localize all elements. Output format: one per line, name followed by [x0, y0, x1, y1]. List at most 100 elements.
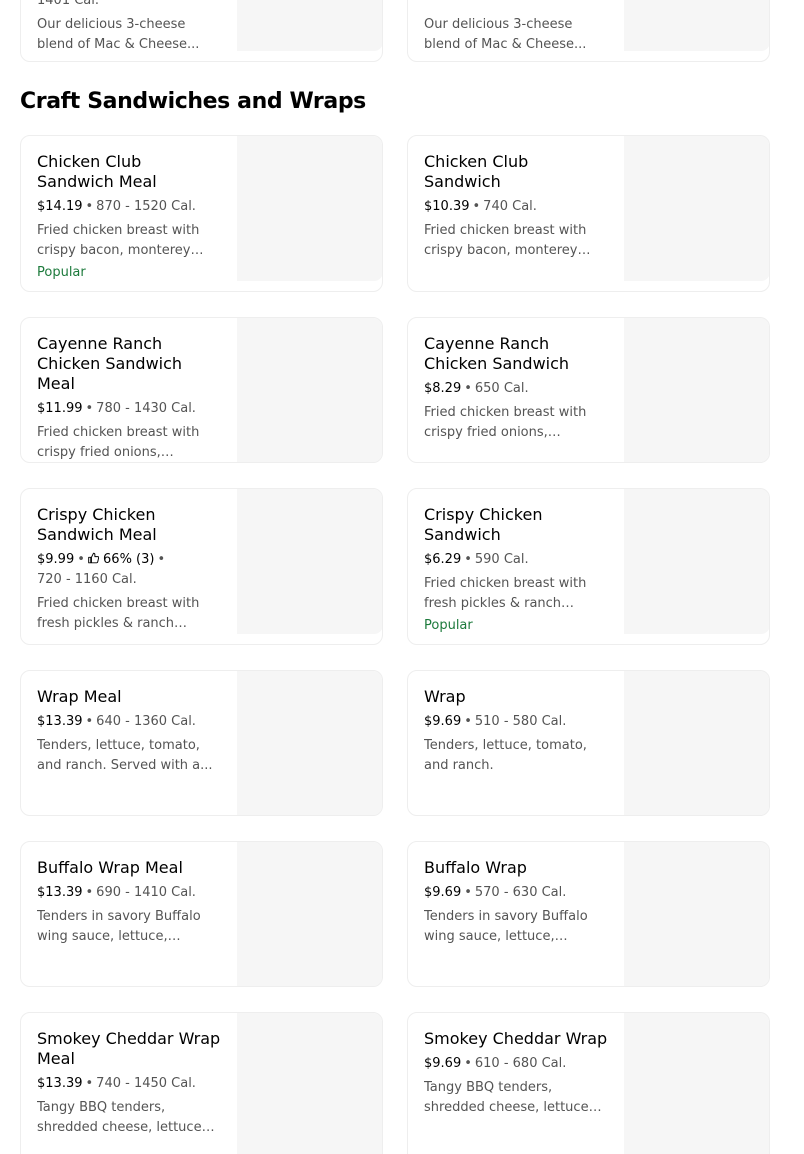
- item-meta: $11.99 • 780 - 1430 Cal.: [37, 399, 221, 419]
- item-image: [237, 842, 382, 986]
- item-name: Wrap: [424, 687, 466, 706]
- menu-item-card-smokey-cheddar-wrap-meal[interactable]: Smokey Cheddar Wrap Meal $13.39 • 740 - 145…: [20, 1012, 383, 1154]
- item-calories: 690 - 1410 Cal.: [96, 885, 196, 900]
- separator-dot: •: [85, 1076, 94, 1091]
- separator-dot: •: [464, 714, 472, 729]
- separator-dot: •: [85, 199, 94, 214]
- menu-item-card-wrap-meal[interactable]: Wrap Meal $13.39 • 640 - 1360 Cal. Tenders, …: [20, 670, 383, 816]
- item-description: Tangy BBQ tenders, shredded cheese, lett…: [424, 1080, 589, 1115]
- item-price: $13.39: [37, 885, 83, 900]
- item-price: $10.39: [424, 199, 470, 214]
- item-calories: 510 - 580 Cal.: [474, 714, 567, 729]
- separator-dot: •: [85, 714, 94, 729]
- item-price: $13.39: [37, 714, 83, 729]
- separator-dot: •: [464, 381, 472, 396]
- item-description: Fried chicken breast with fresh pickles …: [424, 576, 587, 611]
- item-calories: 610 - 680 Cal.: [474, 1056, 567, 1071]
- item-image: [237, 136, 382, 281]
- item-price: $14.19: [37, 199, 83, 214]
- item-image: [237, 671, 382, 815]
- item-name: Smokey Cheddar Wrap: [424, 1029, 608, 1048]
- item-description: Fried chicken breast with fresh pickles …: [37, 596, 200, 631]
- rating: 66% (3): [88, 552, 155, 567]
- item-description: Our delicious 3-cheese blend of Mac & Ch…: [37, 17, 200, 52]
- item-description: Tenders in savory Buffalo wing sauce, le…: [424, 909, 588, 944]
- item-details: Crispy Chicken Sandwich Meal $9.99 • 66% (…: [37, 505, 221, 634]
- menu-item-card-smokey-cheddar-wrap[interactable]: Smokey Cheddar Wrap $9.69 • 610 - 680 Cal. T…: [407, 1012, 770, 1154]
- item-description: Fried chicken breast with crispy fried o…: [424, 405, 587, 440]
- item-details: Wrap $9.69 • 510 - 580 Cal. Tenders, lettuce…: [424, 687, 608, 776]
- item-meta: $9.99 • 66% (3) • 720 - 1160 Cal.: [37, 550, 221, 590]
- item-meta: $9.69 • 610 - 680 Cal.: [424, 1054, 608, 1074]
- menu-item-card-mac-cheese-meal[interactable]: 1401 Cal. Our delicious 3-cheese blend o…: [20, 0, 383, 62]
- item-name: Crispy Chicken Sandwich: [424, 505, 543, 544]
- item-name: Cayenne Ranch Chicken Sandwich: [424, 334, 570, 373]
- item-calories: 570 - 630 Cal.: [474, 885, 567, 900]
- menu-item-card-cayenne-ranch-chicken-sandwich-meal[interactable]: Cayenne Ranch Chicken Sandwich Meal $11.9…: [20, 317, 383, 463]
- item-details: Buffalo Wrap Meal $13.39 • 690 - 1410 Cal. T…: [37, 858, 221, 947]
- separator-dot: •: [472, 199, 481, 214]
- item-details: Chicken Club Sandwich Meal $14.19 • 870 - 1…: [37, 152, 221, 283]
- separator-dot: •: [464, 552, 472, 567]
- item-details: Cayenne Ranch Chicken Sandwich Meal $11.9…: [37, 334, 221, 462]
- item-image: [624, 671, 769, 815]
- separator-dot: •: [85, 401, 94, 416]
- item-price: $11.99: [37, 401, 83, 416]
- item-name: Buffalo Wrap: [424, 858, 527, 877]
- item-details: Smokey Cheddar Wrap Meal $13.39 • 740 - 145…: [37, 1029, 221, 1138]
- rating-value: 66% (3): [103, 552, 155, 567]
- item-meta: $13.39 • 690 - 1410 Cal.: [37, 883, 221, 903]
- popular-badge: Popular: [37, 265, 86, 280]
- item-image: [237, 318, 382, 462]
- menu-item-card-cayenne-ranch-chicken-sandwich[interactable]: Cayenne Ranch Chicken Sandwich $8.29 • 650 …: [407, 317, 770, 463]
- menu-item-card-mac-cheese[interactable]: Our delicious 3-cheese blend of Mac & Ch…: [407, 0, 770, 62]
- item-details: Wrap Meal $13.39 • 640 - 1360 Cal. Tenders, …: [37, 687, 221, 776]
- menu-item-card-crispy-chicken-sandwich[interactable]: Crispy Chicken Sandwich $6.29 • 590 Cal. Fri…: [407, 488, 770, 645]
- item-description: Tenders in savory Buffalo wing sauce, le…: [37, 909, 201, 944]
- item-image: [624, 0, 769, 51]
- item-price: $9.69: [424, 885, 462, 900]
- menu-page: 1401 Cal. Our delicious 3-cheese blend o…: [0, 0, 804, 1154]
- item-name: Buffalo Wrap Meal: [37, 858, 183, 877]
- item-meta: $9.69 • 570 - 630 Cal.: [424, 883, 608, 903]
- item-name: Smokey Cheddar Wrap Meal: [37, 1029, 221, 1068]
- item-price: $9.69: [424, 1056, 462, 1071]
- item-image: [624, 1013, 769, 1154]
- item-calories: 780 - 1430 Cal.: [96, 401, 196, 416]
- item-name: Wrap Meal: [37, 687, 122, 706]
- menu-item-card-crispy-chicken-sandwich-meal[interactable]: Crispy Chicken Sandwich Meal $9.99 • 66% (…: [20, 488, 383, 645]
- item-price: $9.69: [424, 714, 462, 729]
- item-meta: $13.39 • 640 - 1360 Cal.: [37, 712, 221, 732]
- menu-item-card-wrap[interactable]: Wrap $9.69 • 510 - 580 Cal. Tenders, lettuce…: [407, 670, 770, 816]
- item-details: Buffalo Wrap $9.69 • 570 - 630 Cal. Tenders …: [424, 858, 608, 947]
- separator-dot: •: [157, 552, 166, 567]
- item-calories: 740 - 1450 Cal.: [96, 1076, 196, 1091]
- section-heading: Craft Sandwiches and Wraps: [20, 89, 366, 114]
- separator-dot: •: [464, 1056, 472, 1071]
- item-details: Smokey Cheddar Wrap $9.69 • 610 - 680 Cal. T…: [424, 1029, 608, 1118]
- item-image: [237, 1013, 382, 1154]
- item-details: Cayenne Ranch Chicken Sandwich $8.29 • 650 …: [424, 334, 608, 443]
- menu-item-card-chicken-club-sandwich-meal[interactable]: Chicken Club Sandwich Meal $14.19 • 870 - 1…: [20, 135, 383, 292]
- item-calories: 870 - 1520 Cal.: [96, 199, 196, 214]
- item-meta: $6.29 • 590 Cal.: [424, 550, 608, 570]
- separator-dot: •: [85, 885, 94, 900]
- menu-item-card-buffalo-wrap-meal[interactable]: Buffalo Wrap Meal $13.39 • 690 - 1410 Cal. T…: [20, 841, 383, 987]
- item-details: Crispy Chicken Sandwich $6.29 • 590 Cal. Fri…: [424, 505, 608, 636]
- item-description: Fried chicken breast with crispy fried o…: [37, 425, 200, 460]
- item-price: $9.99: [37, 552, 75, 567]
- item-image: [624, 489, 769, 634]
- item-calories: 640 - 1360 Cal.: [96, 714, 196, 729]
- item-image: [237, 0, 382, 51]
- item-name: Crispy Chicken Sandwich Meal: [37, 505, 157, 544]
- item-meta: $8.29 • 650 Cal.: [424, 379, 608, 399]
- item-price: $13.39: [37, 1076, 83, 1091]
- item-calories: 740 Cal.: [483, 199, 537, 214]
- item-price: $6.29: [424, 552, 462, 567]
- thumbs-up-icon: [88, 552, 99, 564]
- menu-item-card-chicken-club-sandwich[interactable]: Chicken Club Sandwich $10.39 • 740 Cal. Frie…: [407, 135, 770, 292]
- item-description: Fried chicken breast with crispy bacon, …: [424, 223, 587, 258]
- item-calories: 590 Cal.: [474, 552, 529, 567]
- item-description: Our delicious 3-cheese blend of Mac & Ch…: [424, 17, 587, 52]
- menu-item-card-buffalo-wrap[interactable]: Buffalo Wrap $9.69 • 570 - 630 Cal. Tenders …: [407, 841, 770, 987]
